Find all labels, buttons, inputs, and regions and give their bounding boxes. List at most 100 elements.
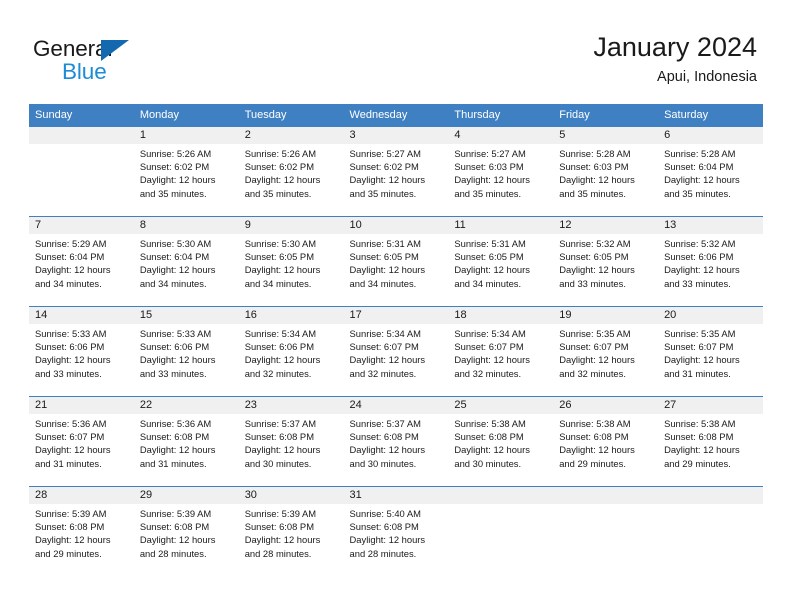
day-number: 6 xyxy=(658,127,763,144)
calendar-day-cell[interactable]: 31 Sunrise: 5:40 AM Sunset: 6:08 PM Dayligh… xyxy=(343,486,449,576)
sunset-time: Sunset: 6:07 PM xyxy=(664,341,734,353)
calendar-day-cell[interactable]: 1 Sunrise: 5:26 AM Sunset: 6:02 PM Daylight… xyxy=(133,126,239,217)
calendar-day-cell[interactable]: 23 Sunrise: 5:37 AM Sunset: 6:08 PM Dayligh… xyxy=(238,396,344,487)
calendar-day-cell[interactable]: 15 Sunrise: 5:33 AM Sunset: 6:06 PM Dayligh… xyxy=(133,306,239,397)
day-number: 10 xyxy=(343,217,449,234)
sunrise-time: Sunrise: 5:34 AM xyxy=(454,328,526,339)
calendar-week-row: 7 Sunrise: 5:29 AM Sunset: 6:04 PM Daylight… xyxy=(29,216,763,307)
calendar-day-cell[interactable]: 13 Sunrise: 5:32 AM Sunset: 6:06 PM Dayligh… xyxy=(658,216,763,307)
page-subtitle: Apui, Indonesia xyxy=(657,69,757,85)
sunset-time: Sunset: 6:08 PM xyxy=(664,431,734,443)
sunset-time: Sunset: 6:06 PM xyxy=(35,341,105,353)
calendar-day-cell[interactable]: 29 Sunrise: 5:39 AM Sunset: 6:08 PM Dayligh… xyxy=(133,486,239,576)
sunrise-time: Sunrise: 5:34 AM xyxy=(349,328,421,339)
daylight-duration-line2: and 29 minutes. xyxy=(559,457,626,469)
day-cell-inner: 22 Sunrise: 5:36 AM Sunset: 6:08 PM Dayligh… xyxy=(133,397,239,486)
calendar-day-cell[interactable]: 30 Sunrise: 5:39 AM Sunset: 6:08 PM Dayligh… xyxy=(238,486,344,576)
day-details: Sunrise: 5:27 AM Sunset: 6:02 PM Daylight:… xyxy=(344,144,449,200)
sunset-time: Sunset: 6:08 PM xyxy=(139,521,210,533)
daylight-duration-line2: and 28 minutes. xyxy=(244,547,312,559)
calendar-cell-empty xyxy=(658,486,763,576)
sunset-time: Sunset: 6:05 PM xyxy=(244,251,314,263)
calendar-day-cell[interactable]: 27 Sunrise: 5:38 AM Sunset: 6:08 PM Dayligh… xyxy=(658,396,763,487)
daylight-duration-line2: and 28 minutes. xyxy=(349,547,417,559)
calendar-day-cell[interactable]: 21 Sunrise: 5:36 AM Sunset: 6:07 PM Dayligh… xyxy=(29,396,134,487)
calendar-day-cell[interactable]: 28 Sunrise: 5:39 AM Sunset: 6:08 PM Dayligh… xyxy=(29,486,134,576)
daylight-duration-line2: and 34 minutes. xyxy=(349,277,417,289)
daylight-duration-line1: Daylight: 12 hours xyxy=(35,444,111,456)
daylight-duration-line2: and 31 minutes. xyxy=(35,457,102,469)
day-number: 25 xyxy=(448,397,554,414)
daylight-duration-line1: Daylight: 12 hours xyxy=(349,264,426,276)
calendar-day-cell[interactable]: 10 Sunrise: 5:31 AM Sunset: 6:05 PM Dayligh… xyxy=(343,216,449,307)
calendar-day-cell[interactable]: 12 Sunrise: 5:32 AM Sunset: 6:05 PM Dayligh… xyxy=(553,216,659,307)
sunrise-time: Sunrise: 5:27 AM xyxy=(454,148,526,159)
daylight-duration-line1: Daylight: 12 hours xyxy=(559,264,635,276)
calendar-day-cell[interactable]: 6 Sunrise: 5:28 AM Sunset: 6:04 PM Daylight… xyxy=(658,126,763,217)
day-cell-inner xyxy=(658,487,763,576)
calendar-day-cell[interactable]: 3 Sunrise: 5:27 AM Sunset: 6:02 PM Daylight… xyxy=(343,126,449,217)
calendar-day-cell[interactable]: 7 Sunrise: 5:29 AM Sunset: 6:04 PM Daylight… xyxy=(29,216,134,307)
calendar-day-cell[interactable]: 25 Sunrise: 5:38 AM Sunset: 6:08 PM Dayligh… xyxy=(448,396,554,487)
weekday-header-wednesday: Wednesday xyxy=(343,104,449,127)
day-number: 16 xyxy=(238,307,344,324)
sunset-time: Sunset: 6:02 PM xyxy=(349,161,419,173)
calendar-day-cell[interactable]: 22 Sunrise: 5:36 AM Sunset: 6:08 PM Dayligh… xyxy=(133,396,239,487)
sunrise-time: Sunrise: 5:30 AM xyxy=(244,238,317,249)
sunrise-time: Sunrise: 5:32 AM xyxy=(664,238,736,249)
calendar-page: General Blue January 2024 Apui, Indonesi… xyxy=(0,0,792,612)
calendar-day-cell[interactable]: 24 Sunrise: 5:37 AM Sunset: 6:08 PM Dayligh… xyxy=(343,396,449,487)
calendar-day-cell[interactable]: 17 Sunrise: 5:34 AM Sunset: 6:07 PM Dayligh… xyxy=(343,306,449,397)
weekday-header-friday: Friday xyxy=(553,104,659,127)
day-cell-inner: 20 Sunrise: 5:35 AM Sunset: 6:07 PM Dayligh… xyxy=(658,307,763,396)
sunset-time: Sunset: 6:08 PM xyxy=(454,431,524,443)
triangle-icon xyxy=(101,40,129,61)
day-number: 12 xyxy=(553,217,659,234)
sunrise-time: Sunrise: 5:33 AM xyxy=(139,328,212,339)
daylight-duration-line1: Daylight: 12 hours xyxy=(559,354,635,366)
day-number: 23 xyxy=(238,397,344,414)
daylight-duration-line1: Daylight: 12 hours xyxy=(139,354,216,366)
sunrise-time: Sunrise: 5:36 AM xyxy=(139,418,212,429)
daylight-duration-line2: and 32 minutes. xyxy=(349,367,417,379)
calendar-day-cell[interactable]: 26 Sunrise: 5:38 AM Sunset: 6:08 PM Dayligh… xyxy=(553,396,659,487)
daylight-duration-line2: and 35 minutes. xyxy=(664,187,731,199)
weekday-header-tuesday: Tuesday xyxy=(238,104,344,127)
calendar-day-cell[interactable]: 11 Sunrise: 5:31 AM Sunset: 6:05 PM Dayligh… xyxy=(448,216,554,307)
day-number: 17 xyxy=(343,307,449,324)
calendar-day-cell[interactable]: 5 Sunrise: 5:28 AM Sunset: 6:03 PM Daylight… xyxy=(553,126,659,217)
calendar-day-cell[interactable]: 19 Sunrise: 5:35 AM Sunset: 6:07 PM Dayligh… xyxy=(553,306,659,397)
day-cell-inner xyxy=(29,127,134,216)
day-details: Sunrise: 5:37 AM Sunset: 6:08 PM Daylight:… xyxy=(239,414,344,470)
calendar-day-cell[interactable]: 4 Sunrise: 5:27 AM Sunset: 6:03 PM Daylight… xyxy=(448,126,554,217)
day-cell-inner: 9 Sunrise: 5:30 AM Sunset: 6:05 PM Daylight… xyxy=(238,217,344,306)
calendar-day-cell[interactable]: 20 Sunrise: 5:35 AM Sunset: 6:07 PM Dayligh… xyxy=(658,306,763,397)
daylight-duration-line2: and 30 minutes. xyxy=(244,457,312,469)
sunrise-time: Sunrise: 5:37 AM xyxy=(244,418,317,429)
sunrise-time: Sunrise: 5:38 AM xyxy=(559,418,631,429)
day-number xyxy=(553,487,659,504)
sunrise-time: Sunrise: 5:31 AM xyxy=(349,238,421,249)
daylight-duration-line1: Daylight: 12 hours xyxy=(664,264,740,276)
day-number: 11 xyxy=(448,217,554,234)
generalblue-logo[interactable]: General Blue xyxy=(33,36,233,86)
calendar-cell-empty xyxy=(448,486,554,576)
day-number: 31 xyxy=(343,487,449,504)
calendar-day-cell[interactable]: 18 Sunrise: 5:34 AM Sunset: 6:07 PM Dayligh… xyxy=(448,306,554,397)
calendar-day-cell[interactable]: 2 Sunrise: 5:26 AM Sunset: 6:02 PM Daylight… xyxy=(238,126,344,217)
calendar-day-cell[interactable]: 16 Sunrise: 5:34 AM Sunset: 6:06 PM Dayligh… xyxy=(238,306,344,397)
day-details: Sunrise: 5:33 AM Sunset: 6:06 PM Daylight:… xyxy=(29,324,134,380)
calendar-day-cell[interactable]: 8 Sunrise: 5:30 AM Sunset: 6:04 PM Daylight… xyxy=(133,216,239,307)
calendar-day-cell[interactable]: 9 Sunrise: 5:30 AM Sunset: 6:05 PM Daylight… xyxy=(238,216,344,307)
calendar-table: Sunday Monday Tuesday Wednesday Thursday Frid… xyxy=(29,104,763,576)
calendar-header-row: Sunday Monday Tuesday Wednesday Thursday Frid… xyxy=(29,104,763,127)
day-number: 4 xyxy=(448,127,554,144)
day-number: 15 xyxy=(133,307,239,324)
calendar-day-cell[interactable]: 14 Sunrise: 5:33 AM Sunset: 6:06 PM Dayligh… xyxy=(29,306,134,397)
daylight-duration-line1: Daylight: 12 hours xyxy=(349,354,426,366)
sunset-time: Sunset: 6:04 PM xyxy=(139,251,210,263)
daylight-duration-line2: and 35 minutes. xyxy=(139,187,207,199)
calendar-week-row: 21 Sunrise: 5:36 AM Sunset: 6:07 PM Dayligh… xyxy=(29,396,763,487)
daylight-duration-line1: Daylight: 12 hours xyxy=(664,444,740,456)
sunset-time: Sunset: 6:08 PM xyxy=(139,431,210,443)
